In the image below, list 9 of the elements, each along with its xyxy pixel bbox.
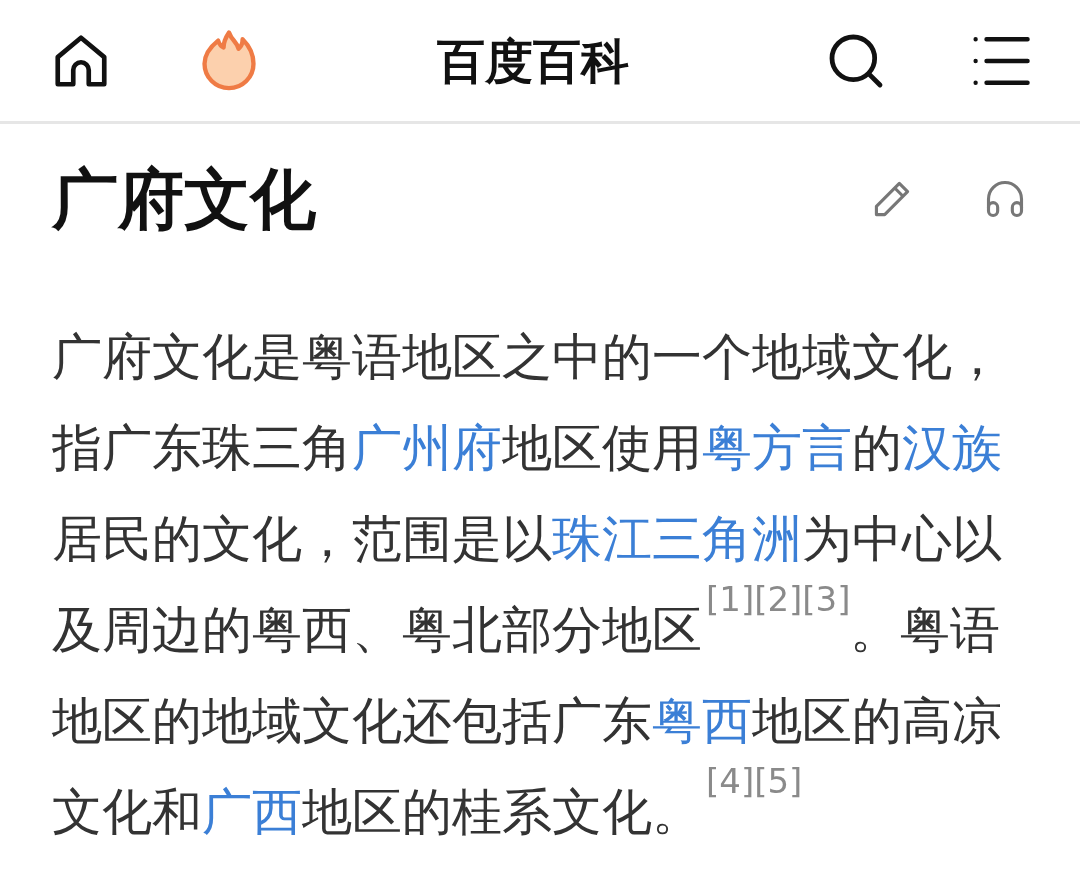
article-link[interactable]: 广西 xyxy=(202,783,302,841)
article-link[interactable]: 粤方言 xyxy=(702,419,852,477)
article-link[interactable]: 珠江三角洲 xyxy=(552,510,802,568)
article-title: 广府文化 xyxy=(52,159,317,240)
article-paragraph: 广府文化是粤语地区之中的一个地域文化，指广东珠三角广州府地区使用粤方言的汉族 居民的文化，范围是以珠江三角洲为中心以及周边的粤西、粤北部分地区$^{[1][2][3]}$。粤语地区的地域文化还包括广东粤西地区的高凉文化和广西地区的桂系文化。$^{[4][5]}$ xyxy=(52,327,1003,843)
app-title: 百度百科 xyxy=(437,31,629,91)
article-link[interactable]: 粤西 xyxy=(652,692,752,750)
article-link[interactable]: 汉族 xyxy=(902,419,1002,477)
article-link[interactable]: 广州府 xyxy=(352,419,502,477)
